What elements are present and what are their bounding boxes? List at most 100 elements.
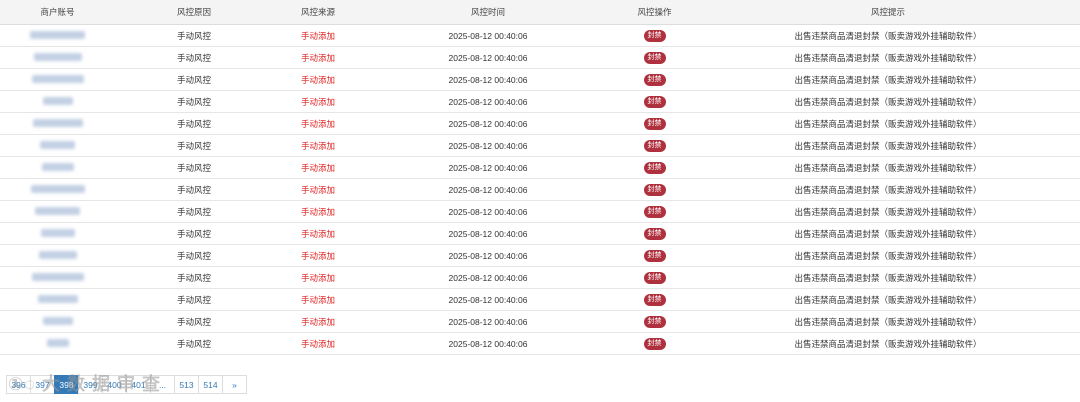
time-cell: 2025-08-12 00:40:06 bbox=[363, 134, 613, 157]
ban-badge[interactable]: 封禁 bbox=[643, 118, 666, 130]
action-cell: 封禁 bbox=[613, 24, 696, 47]
ban-badge[interactable]: 封禁 bbox=[643, 140, 666, 152]
time-cell: 2025-08-12 00:40:06 bbox=[363, 24, 613, 47]
time-cell: 2025-08-12 00:40:06 bbox=[363, 244, 613, 267]
tip-cell: 出售违禁商品清退封禁（贩卖游戏外挂辅助软件） bbox=[696, 288, 1080, 311]
page-button[interactable]: 401 bbox=[126, 375, 151, 394]
merchant-account-cell bbox=[0, 24, 115, 47]
ban-badge[interactable]: 封禁 bbox=[643, 162, 666, 174]
redacted-account bbox=[42, 96, 73, 105]
action-cell: 封禁 bbox=[613, 112, 696, 135]
merchant-account-cell bbox=[0, 244, 115, 267]
ban-badge[interactable]: 封禁 bbox=[643, 96, 666, 108]
table-row: 手动风控 手动添加 2025-08-12 00:40:06 封禁 出售违禁商品清退封禁（… bbox=[0, 68, 1080, 91]
reason-cell: 手动风控 bbox=[115, 134, 273, 157]
action-cell: 封禁 bbox=[613, 134, 696, 157]
page-button[interactable]: 514 bbox=[198, 375, 223, 394]
table-row: 手动风控 手动添加 2025-08-12 00:40:06 封禁 出售违禁商品清退封禁（… bbox=[0, 222, 1080, 245]
action-cell: 封禁 bbox=[613, 200, 696, 223]
action-cell: 封禁 bbox=[613, 46, 696, 69]
table-body: 手动风控 手动添加 2025-08-12 00:40:06 封禁 出售违禁商品清退封禁（… bbox=[0, 24, 1080, 355]
tip-cell: 出售违禁商品清退封禁（贩卖游戏外挂辅助软件） bbox=[696, 244, 1080, 267]
time-cell: 2025-08-12 00:40:06 bbox=[363, 222, 613, 245]
header-action: 风控操作 bbox=[613, 0, 696, 25]
ban-badge[interactable]: 封禁 bbox=[643, 30, 666, 42]
reason-cell: 手动风控 bbox=[115, 332, 273, 355]
ban-badge[interactable]: 封禁 bbox=[643, 316, 666, 328]
reason-cell: 手动风控 bbox=[115, 178, 273, 201]
page-button[interactable]: 398 bbox=[54, 375, 79, 394]
tip-cell: 出售违禁商品清退封禁（贩卖游戏外挂辅助软件） bbox=[696, 266, 1080, 289]
table-row: 手动风控 手动添加 2025-08-12 00:40:06 封禁 出售违禁商品清退封禁（… bbox=[0, 134, 1080, 157]
source-cell: 手动添加 bbox=[273, 112, 363, 135]
ban-badge[interactable]: 封禁 bbox=[643, 206, 666, 218]
source-cell: 手动添加 bbox=[273, 332, 363, 355]
merchant-account-cell bbox=[0, 310, 115, 333]
merchant-account-cell bbox=[0, 178, 115, 201]
source-cell: 手动添加 bbox=[273, 90, 363, 113]
reason-cell: 手动风控 bbox=[115, 310, 273, 333]
redacted-account bbox=[31, 272, 84, 281]
redacted-account bbox=[33, 52, 82, 61]
redacted-account bbox=[35, 206, 80, 215]
source-cell: 手动添加 bbox=[273, 156, 363, 179]
ban-badge[interactable]: 封禁 bbox=[643, 184, 666, 196]
page-ellipsis: ... bbox=[150, 375, 175, 394]
page-button[interactable]: 399 bbox=[78, 375, 103, 394]
source-cell: 手动添加 bbox=[273, 178, 363, 201]
source-cell: 手动添加 bbox=[273, 244, 363, 267]
time-cell: 2025-08-12 00:40:06 bbox=[363, 200, 613, 223]
table-row: 手动风控 手动添加 2025-08-12 00:40:06 封禁 出售违禁商品清退封禁（… bbox=[0, 90, 1080, 113]
time-cell: 2025-08-12 00:40:06 bbox=[363, 112, 613, 135]
merchant-account-cell bbox=[0, 90, 115, 113]
tip-cell: 出售违禁商品清退封禁（贩卖游戏外挂辅助软件） bbox=[696, 90, 1080, 113]
tip-cell: 出售违禁商品清退封禁（贩卖游戏外挂辅助软件） bbox=[696, 68, 1080, 91]
next-page-button[interactable]: » bbox=[222, 375, 247, 394]
ban-badge[interactable]: 封禁 bbox=[643, 338, 666, 350]
redacted-account bbox=[40, 228, 75, 237]
ban-badge[interactable]: 封禁 bbox=[643, 52, 666, 64]
source-cell: 手动添加 bbox=[273, 134, 363, 157]
reason-cell: 手动风控 bbox=[115, 266, 273, 289]
ban-badge[interactable]: 封禁 bbox=[643, 228, 666, 240]
action-cell: 封禁 bbox=[613, 156, 696, 179]
redacted-account bbox=[32, 118, 83, 127]
reason-cell: 手动风控 bbox=[115, 68, 273, 91]
reason-cell: 手动风控 bbox=[115, 200, 273, 223]
time-cell: 2025-08-12 00:40:06 bbox=[363, 46, 613, 69]
header-time: 风控时间 bbox=[363, 0, 613, 25]
redacted-account bbox=[41, 162, 74, 171]
merchant-account-cell bbox=[0, 112, 115, 135]
table-row: 手动风控 手动添加 2025-08-12 00:40:06 封禁 出售违禁商品清退封禁（… bbox=[0, 178, 1080, 201]
table-row: 手动风控 手动添加 2025-08-12 00:40:06 封禁 出售违禁商品清退封禁（… bbox=[0, 24, 1080, 47]
ban-badge[interactable]: 封禁 bbox=[643, 74, 666, 86]
ban-badge[interactable]: 封禁 bbox=[643, 294, 666, 306]
time-cell: 2025-08-12 00:40:06 bbox=[363, 156, 613, 179]
page-button[interactable]: 396 bbox=[6, 375, 31, 394]
action-cell: 封禁 bbox=[613, 288, 696, 311]
source-cell: 手动添加 bbox=[273, 46, 363, 69]
header-merchant-account: 商户账号 bbox=[0, 0, 115, 25]
tip-cell: 出售违禁商品清退封禁（贩卖游戏外挂辅助软件） bbox=[696, 222, 1080, 245]
source-cell: 手动添加 bbox=[273, 68, 363, 91]
page-button[interactable]: 513 bbox=[174, 375, 199, 394]
source-cell: 手动添加 bbox=[273, 200, 363, 223]
table-header-row: 商户账号 风控原因 风控来源 风控时间 风控操作 风控提示 bbox=[0, 0, 1080, 25]
table-row: 手动风控 手动添加 2025-08-12 00:40:06 封禁 出售违禁商品清退封禁（… bbox=[0, 244, 1080, 267]
merchant-account-cell bbox=[0, 200, 115, 223]
page-button[interactable]: 400 bbox=[102, 375, 127, 394]
action-cell: 封禁 bbox=[613, 266, 696, 289]
ban-badge[interactable]: 封禁 bbox=[643, 272, 666, 284]
source-cell: 手动添加 bbox=[273, 288, 363, 311]
table-row: 手动风控 手动添加 2025-08-12 00:40:06 封禁 出售违禁商品清退封禁（… bbox=[0, 288, 1080, 311]
page-button[interactable]: 397 bbox=[30, 375, 55, 394]
tip-cell: 出售违禁商品清退封禁（贩卖游戏外挂辅助软件） bbox=[696, 46, 1080, 69]
header-source: 风控来源 bbox=[273, 0, 363, 25]
ban-badge[interactable]: 封禁 bbox=[643, 250, 666, 262]
redacted-account bbox=[38, 250, 77, 259]
redacted-account bbox=[42, 316, 73, 325]
redacted-account bbox=[37, 294, 78, 303]
reason-cell: 手动风控 bbox=[115, 112, 273, 135]
action-cell: 封禁 bbox=[613, 68, 696, 91]
reason-cell: 手动风控 bbox=[115, 90, 273, 113]
